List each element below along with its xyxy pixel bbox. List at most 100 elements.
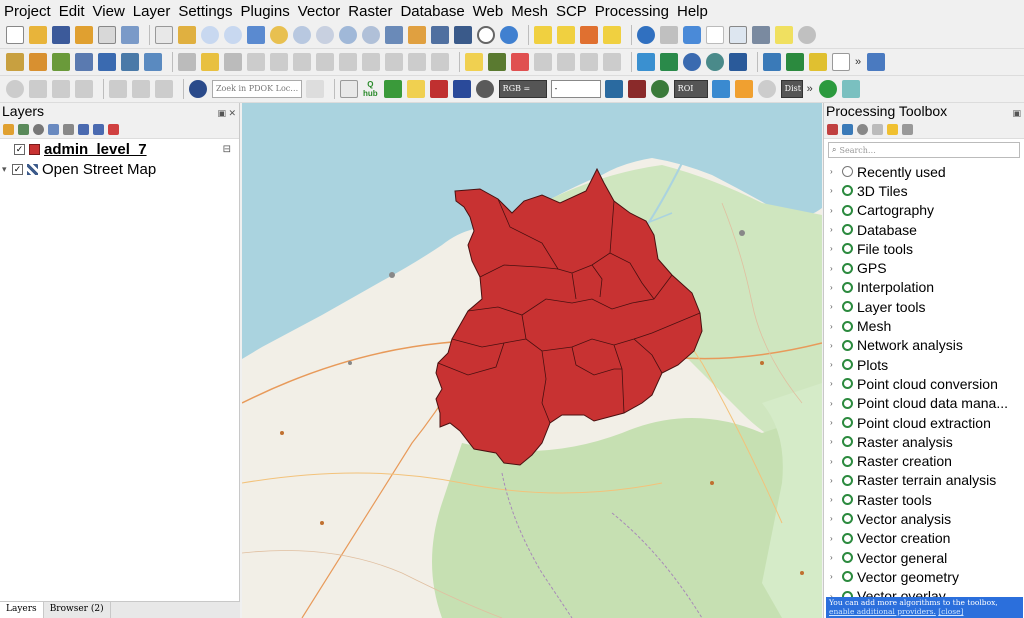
paste-features-icon[interactable] <box>385 53 403 71</box>
scp-globe-icon[interactable] <box>683 53 701 71</box>
cut-features-icon[interactable] <box>339 53 357 71</box>
toolbox-item-plots[interactable]: › Plots <box>824 355 1024 374</box>
dock-close-icon[interactable]: ▣ ✕ <box>217 105 236 122</box>
redo-icon[interactable] <box>431 53 449 71</box>
delete-selected-icon[interactable] <box>316 53 334 71</box>
scp-reload-icon[interactable] <box>757 80 776 98</box>
menu-layer[interactable]: Layer <box>133 3 171 20</box>
toolbox-item-gps[interactable]: › GPS <box>824 258 1024 277</box>
scp-pointer-icon[interactable] <box>452 80 471 98</box>
zoom-next-icon[interactable] <box>362 26 380 44</box>
georeferencer-icon[interactable] <box>340 80 358 98</box>
toolbox-item-recently-used[interactable]: › Recently used <box>824 162 1024 181</box>
tab-browser[interactable]: Browser (2) <box>44 602 111 618</box>
scp-add-icon[interactable] <box>734 80 753 98</box>
go-icon[interactable] <box>818 80 837 98</box>
expand-caret-icon[interactable]: › <box>830 206 842 215</box>
screen-capture-icon[interactable] <box>841 80 860 98</box>
new-spatialite-icon[interactable] <box>75 53 93 71</box>
tip-close-link[interactable]: [close] <box>938 607 963 616</box>
menu-settings[interactable]: Settings <box>178 3 232 20</box>
expand-caret-icon[interactable]: › <box>830 186 842 195</box>
edit-pencil-icon[interactable] <box>178 53 196 71</box>
menu-processing[interactable]: Processing <box>595 3 669 20</box>
dist-combo[interactable]: Dist <box>780 80 803 98</box>
scp-dock-icon[interactable] <box>729 53 747 71</box>
scp-roi-icon[interactable] <box>429 80 448 98</box>
toolbox-item-point-cloud-data-management[interactable]: › Point cloud data mana... <box>824 394 1024 413</box>
data-source-manager-icon[interactable] <box>6 53 24 71</box>
help-icon[interactable] <box>867 53 886 71</box>
toolbox-item-point-cloud-conversion[interactable]: › Point cloud conversion <box>824 374 1024 393</box>
add-group-icon[interactable] <box>18 123 29 135</box>
label-tool-icon[interactable] <box>465 53 483 71</box>
scp-toolbar-icon[interactable] <box>809 53 827 71</box>
processing-model-icon[interactable] <box>786 53 804 71</box>
expand-caret-icon[interactable]: › <box>830 283 842 292</box>
offset-curve-icon[interactable] <box>132 80 150 98</box>
expand-caret-icon[interactable]: › <box>830 360 842 369</box>
feature-select-icon[interactable] <box>29 80 47 98</box>
edit-features-in-place-icon[interactable] <box>887 123 898 135</box>
menu-plugins[interactable]: Plugins <box>241 3 290 20</box>
layer-item-admin-level-7[interactable]: ✓ admin_level_7 ⊟ <box>0 139 239 159</box>
new-geopackage-icon[interactable] <box>29 53 47 71</box>
map-canvas[interactable] <box>242 103 822 618</box>
identify-icon[interactable] <box>637 26 655 44</box>
expand-caret-icon[interactable]: › <box>830 534 842 543</box>
toolbox-item-raster-analysis[interactable]: › Raster analysis <box>824 432 1024 451</box>
expand-caret-icon[interactable]: › <box>830 457 842 466</box>
menu-web[interactable]: Web <box>473 3 504 20</box>
scp-triangle-icon[interactable] <box>660 53 678 71</box>
scp-stretch-icon[interactable] <box>604 80 623 98</box>
toolbox-item-cartography[interactable]: › Cartography <box>824 201 1024 220</box>
layout-manager-icon[interactable] <box>121 26 139 44</box>
layer-visibility-checkbox[interactable]: ✓ <box>14 143 25 155</box>
toolbox-item-point-cloud-extraction[interactable]: › Point cloud extraction <box>824 413 1024 432</box>
save-edits-icon[interactable] <box>224 53 242 71</box>
label-change-icon[interactable] <box>603 53 621 71</box>
toolbox-item-network-analysis[interactable]: › Network analysis <box>824 336 1024 355</box>
reshape-icon[interactable] <box>109 80 127 98</box>
toolbar-overflow-chevron[interactable]: » <box>807 83 813 95</box>
toolbox-search-input[interactable]: ⌕ Search… <box>828 142 1020 158</box>
toggle-editing-icon[interactable] <box>201 53 219 71</box>
refresh-icon[interactable] <box>500 26 518 44</box>
zoom-layer-icon[interactable] <box>293 26 311 44</box>
pdok-locator-search[interactable]: Zoek in PDOK Loc… <box>212 80 302 98</box>
label-highlight-icon[interactable] <box>511 53 529 71</box>
new-3d-view-icon[interactable] <box>408 26 426 44</box>
menu-view[interactable]: View <box>93 3 125 20</box>
toolbox-item-interpolation[interactable]: › Interpolation <box>824 278 1024 297</box>
expand-caret-icon[interactable]: › <box>830 418 842 427</box>
expand-caret-icon[interactable]: › <box>830 244 842 253</box>
zoom-last-icon[interactable] <box>339 26 357 44</box>
new-virtual-layer-icon[interactable] <box>121 53 139 71</box>
results-viewer-icon[interactable] <box>872 123 883 135</box>
layer-item-open-street-map[interactable]: ▾ ✓ Open Street Map <box>0 159 239 179</box>
zoom-native-icon[interactable] <box>316 26 334 44</box>
menu-mesh[interactable]: Mesh <box>511 3 548 20</box>
python-console-icon[interactable] <box>763 53 781 71</box>
pan-icon[interactable] <box>155 26 173 44</box>
save-as-icon[interactable] <box>75 26 93 44</box>
toolbox-item-raster-terrain-analysis[interactable]: › Raster terrain analysis <box>824 471 1024 490</box>
expand-caret-icon[interactable]: › <box>830 264 842 273</box>
new-shapefile-icon[interactable] <box>52 53 70 71</box>
save-project-icon[interactable] <box>52 26 70 44</box>
measure-icon[interactable] <box>752 26 770 44</box>
toolbox-item-vector-geometry[interactable]: › Vector geometry <box>824 567 1024 586</box>
settings-gear-icon[interactable] <box>683 26 701 44</box>
expand-caret-icon[interactable]: › <box>830 572 842 581</box>
zoom-full-icon[interactable] <box>247 26 265 44</box>
scripts-icon[interactable] <box>842 123 853 135</box>
print-layout-icon[interactable] <box>98 26 116 44</box>
map-tips-icon[interactable] <box>798 26 816 44</box>
zoom-out-icon[interactable] <box>224 26 242 44</box>
new-temp-layer-icon[interactable] <box>98 53 116 71</box>
toolbox-item-mesh[interactable]: › Mesh <box>824 316 1024 335</box>
qgis-hub-button[interactable]: Qhub <box>363 80 378 98</box>
add-feature-icon[interactable] <box>270 53 288 71</box>
expand-caret-icon[interactable]: › <box>830 476 842 485</box>
expand-caret-icon[interactable]: › <box>830 553 842 562</box>
